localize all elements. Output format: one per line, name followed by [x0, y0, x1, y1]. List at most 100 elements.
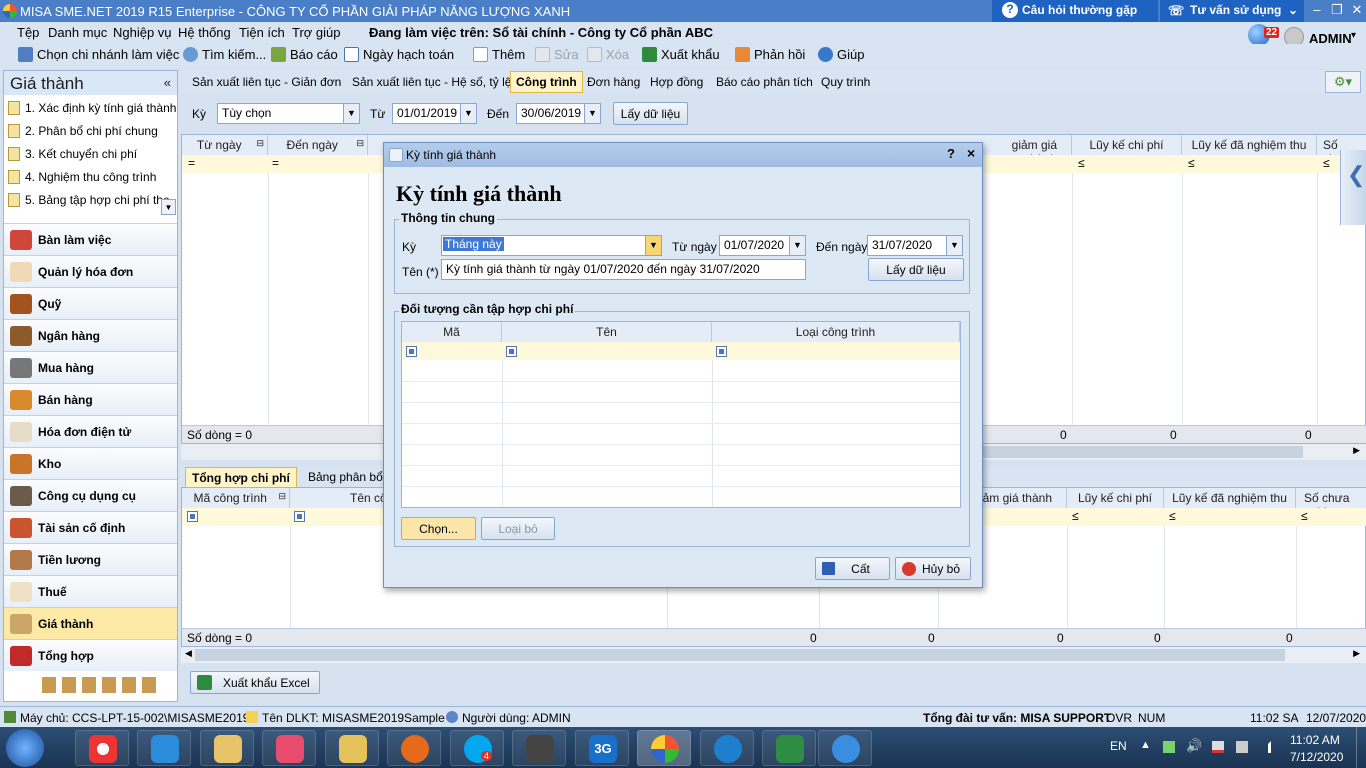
col-header-project-code[interactable]: Mã công trình ⊟ — [182, 488, 290, 508]
tab-allocation[interactable]: Bảng phân bổ c — [308, 470, 392, 484]
posting-date-button[interactable]: Ngày hạch toán — [344, 47, 454, 62]
col-header-code[interactable]: Mã — [402, 322, 502, 342]
nav-salary[interactable]: Tiền lương — [4, 543, 177, 575]
remove-button[interactable]: Loại bỏ — [481, 517, 555, 540]
report-button[interactable]: Báo cáo — [271, 47, 338, 62]
period-select[interactable]: Tháng này ▼ — [441, 235, 662, 256]
show-desktop-button[interactable] — [1356, 727, 1366, 768]
taskbar-app-firefox[interactable] — [387, 730, 441, 766]
taskbar-app-excel[interactable] — [762, 730, 816, 766]
col-header-cost-reduction[interactable]: giảm giá thành — [972, 488, 1067, 508]
volume-icon[interactable]: 🔊 — [1186, 738, 1202, 754]
nav-warehouse[interactable]: Kho — [4, 447, 177, 479]
close-window-button[interactable]: ✕ — [1346, 2, 1366, 18]
taskbar-time[interactable]: 11:02 AM — [1290, 733, 1340, 747]
filter-checkbox[interactable] — [406, 346, 417, 357]
filter-op[interactable]: ≤ — [1323, 156, 1330, 170]
col-header-project-type[interactable]: Loại công trình — [712, 322, 960, 342]
menu-system[interactable]: Hệ thống — [178, 25, 231, 40]
scroll-right-icon[interactable]: ▶ — [1353, 445, 1360, 456]
add-button[interactable]: Thêm — [473, 47, 525, 62]
tab-construction[interactable]: Công trình — [510, 71, 583, 93]
col-header-to[interactable]: Đến ngày ⊟ — [268, 135, 368, 155]
branch-button[interactable]: Chọn chi nhánh làm việc — [18, 47, 179, 62]
save-button[interactable]: Cất — [815, 557, 890, 580]
step-5[interactable]: 5. Bảng tập hợp chi phí the — [8, 193, 170, 207]
calendar-dropdown-icon[interactable]: ▼ — [946, 236, 962, 255]
taskbar-app-snipping[interactable] — [262, 730, 316, 766]
delete-button[interactable]: Xóa — [587, 47, 629, 62]
nav-invoice-mgmt[interactable]: Quản lý hóa đơn — [4, 255, 177, 287]
tab-analysis-report[interactable]: Báo cáo phân tích — [716, 75, 813, 89]
tab-process[interactable]: Quy trình — [821, 75, 870, 89]
start-button-icon[interactable] — [6, 729, 44, 767]
tab-orders[interactable]: Đơn hàng — [587, 75, 640, 89]
collapse-icon[interactable]: « — [164, 75, 171, 90]
step-1[interactable]: 1. Xác định kỳ tính giá thành — [8, 101, 176, 115]
taskbar-app-lifebuoy[interactable] — [75, 730, 129, 766]
filter-op[interactable]: ≤ — [1188, 156, 1195, 170]
taskbar-app-remote[interactable] — [818, 730, 872, 766]
choose-button[interactable]: Chọn... — [401, 517, 476, 540]
user-menu-chevron-icon[interactable]: ▾ — [1351, 30, 1356, 41]
scroll-right-icon[interactable]: ▶ — [1353, 648, 1360, 659]
col-header-accum-cost[interactable]: Lũy kế chi phí — [1067, 488, 1164, 508]
nav-einvoice[interactable]: Hóa đơn điện tử — [4, 415, 177, 447]
menu-utilities[interactable]: Tiện ích — [239, 25, 285, 40]
nav-costing[interactable]: Giá thành — [4, 607, 177, 639]
col-header-unaccepted[interactable]: Số chưa nghi — [1296, 488, 1366, 519]
filter-op[interactable]: ≤ — [1072, 509, 1079, 523]
nav-bank[interactable]: Ngân hàng — [4, 319, 177, 351]
more-modules-icons[interactable] — [42, 677, 162, 693]
step-4[interactable]: 4. Nghiệm thu công trình — [8, 170, 156, 184]
nav-tax[interactable]: Thuế — [4, 575, 177, 607]
col-header-from[interactable]: Từ ngày ⊟ — [182, 135, 268, 155]
tab-contracts[interactable]: Hợp đồng — [650, 75, 703, 89]
filter-op[interactable]: = — [188, 156, 195, 170]
fetch-data-button[interactable]: Lấy dữ liệu — [868, 258, 964, 281]
taskbar-app-headset[interactable] — [512, 730, 566, 766]
nav-summary[interactable]: Tổng hợp — [4, 639, 177, 671]
battery-icon[interactable] — [1236, 741, 1248, 753]
menu-file[interactable]: Tệp — [17, 25, 39, 40]
minimize-button[interactable]: – — [1306, 2, 1328, 18]
tray-expand-icon[interactable]: ▲ — [1140, 739, 1151, 751]
filter-op[interactable]: ≤ — [1078, 156, 1085, 170]
filter-op[interactable]: ≤ — [1169, 509, 1176, 523]
filter-op[interactable]: = — [272, 156, 279, 170]
dropdown-arrow-icon[interactable]: ▼ — [645, 236, 661, 255]
feedback-button[interactable]: Phản hồi — [735, 47, 805, 62]
taskbar-app-ie[interactable] — [137, 730, 191, 766]
advice-button[interactable]: ☏ Tư vấn sử dụng ⌄ — [1160, 0, 1304, 22]
col-header-accum-cost[interactable]: Lũy kế chi phí — [1072, 135, 1182, 155]
taskbar-app-explorer[interactable] — [325, 730, 379, 766]
close-icon[interactable]: × — [967, 145, 975, 161]
filter-checkbox[interactable] — [187, 511, 198, 522]
menu-help[interactable]: Trợ giúp — [292, 25, 341, 40]
tab-simple-production[interactable]: Sản xuất liên tục - Giản đơn — [192, 75, 341, 89]
restore-button[interactable]: ❐ — [1326, 2, 1348, 18]
col-header-accum-accepted[interactable]: Lũy kế đã nghiệm thu — [1164, 488, 1296, 508]
cost-objects-grid[interactable]: Mã Tên Loại công trình — [401, 321, 961, 508]
scroll-left-icon[interactable]: ◀ — [185, 648, 192, 659]
scroll-thumb[interactable] — [983, 446, 1303, 458]
nav-purchase[interactable]: Mua hàng — [4, 351, 177, 383]
name-input[interactable]: Kỳ tính giá thành từ ngày 01/07/2020 đến… — [441, 259, 806, 280]
nav-cash[interactable]: Quỹ — [4, 287, 177, 319]
edit-button[interactable]: Sửa — [535, 47, 579, 62]
step-3[interactable]: 3. Kết chuyển chi phí — [8, 147, 137, 161]
from-date-input[interactable]: 01/01/2019 ▼ — [392, 103, 477, 124]
taskbar-app-paint[interactable] — [200, 730, 254, 766]
taskbar-app-skype[interactable]: 4 — [450, 730, 504, 766]
filter-op[interactable]: ≤ — [1301, 509, 1308, 523]
filter-row[interactable] — [402, 342, 960, 360]
flag-icon[interactable] — [1212, 741, 1224, 753]
side-panel-toggle-icon[interactable]: ❮ — [1340, 150, 1366, 225]
taskbar-date[interactable]: 7/12/2020 — [1290, 750, 1343, 764]
tab-ratio-production[interactable]: Sản xuất liên tục - Hệ số, tỷ lệ — [352, 75, 511, 89]
settings-gear-icon[interactable]: ⚙▾ — [1325, 71, 1361, 93]
period-select[interactable]: Tùy chọn ▼ — [217, 103, 360, 124]
filter-checkbox[interactable] — [294, 511, 305, 522]
calendar-dropdown-icon[interactable]: ▼ — [460, 104, 476, 123]
help-button[interactable]: Giúp — [818, 47, 864, 62]
